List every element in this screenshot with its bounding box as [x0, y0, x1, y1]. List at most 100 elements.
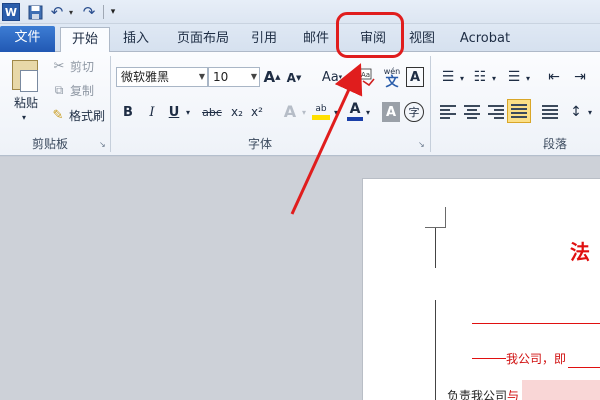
- group-divider: [110, 56, 111, 152]
- ribbon-home: 粘贴 ▾ ✂ 剪切 ⧉ 复制 ✎ 格式刷 剪贴板 ↘ 微软雅黑 ▼ 10 ▼ A…: [0, 52, 600, 156]
- paste-sheet-icon: [20, 70, 38, 92]
- clear-formatting-button[interactable]: Aa: [356, 66, 378, 88]
- numbering-button[interactable]: ☷: [470, 68, 490, 86]
- multilevel-list-button[interactable]: ☰: [504, 68, 524, 86]
- font-name-combo[interactable]: 微软雅黑 ▼: [116, 67, 208, 87]
- justify-icon: [511, 104, 527, 118]
- tab-mailings[interactable]: 邮件: [296, 27, 336, 52]
- align-left-icon: [440, 105, 456, 119]
- highlight-glyph: ab: [315, 103, 327, 114]
- phonetic-guide-button[interactable]: wén 文: [380, 66, 404, 90]
- tab-page-layout[interactable]: 页面布局: [168, 27, 238, 52]
- cut-icon: ✂: [53, 58, 65, 74]
- shrink-font-icon: A: [286, 71, 296, 85]
- enclose-characters-button[interactable]: 字: [404, 102, 424, 122]
- tab-file[interactable]: 文件: [0, 26, 55, 52]
- paragraph-group-label: 段落: [542, 137, 567, 151]
- text-highlight-button[interactable]: ab: [310, 99, 332, 123]
- change-case-button[interactable]: Aa ▾: [318, 68, 346, 86]
- chevron-down-icon[interactable]: ▼: [251, 68, 257, 86]
- bold-button[interactable]: B: [120, 102, 136, 122]
- character-shading-button[interactable]: A: [382, 102, 400, 122]
- qat-divider: [103, 5, 104, 19]
- document-title-text: 法: [570, 240, 590, 264]
- font-color-swatch: [347, 116, 363, 121]
- undo-dropdown-icon[interactable]: ▾: [67, 3, 75, 21]
- increase-indent-button[interactable]: ⇥: [570, 68, 590, 86]
- font-group-label: 字体: [247, 137, 272, 151]
- grow-font-button[interactable]: A ▲: [263, 67, 281, 87]
- align-center-button[interactable]: [462, 101, 482, 123]
- shrink-font-button[interactable]: A ▼: [286, 69, 302, 87]
- underline-button[interactable]: U: [166, 102, 182, 122]
- text-effects-dropdown-icon[interactable]: ▾: [300, 104, 308, 120]
- redo-icon[interactable]: ↷: [82, 3, 96, 21]
- subscript-button[interactable]: x₂: [228, 102, 246, 122]
- align-left-button[interactable]: [438, 101, 458, 123]
- line-spacing-dropdown-icon[interactable]: ▾: [586, 105, 594, 119]
- clipboard-launcher-icon[interactable]: ↘: [99, 140, 106, 149]
- italic-button[interactable]: I: [144, 102, 160, 122]
- paste-label: 粘贴: [13, 95, 38, 110]
- customize-qat-icon[interactable]: ▾: [108, 3, 118, 21]
- font-launcher-icon[interactable]: ↘: [418, 140, 425, 149]
- save-icon[interactable]: [28, 3, 43, 21]
- revision-line: [472, 358, 506, 359]
- grow-font-icon: A: [263, 68, 276, 86]
- character-border-button[interactable]: A: [406, 67, 424, 87]
- tab-references[interactable]: 引用: [246, 27, 282, 52]
- bullets-button[interactable]: ☰: [438, 68, 458, 86]
- format-painter-button[interactable]: 格式刷: [68, 107, 106, 123]
- multilevel-dropdown-icon[interactable]: ▾: [524, 72, 532, 84]
- inserted-text: 与: [507, 389, 520, 400]
- ribbon-tabs: 文件 开始 插入 页面布局 引用 邮件 审阅 视图 Acrobat: [0, 24, 600, 52]
- enclose-characters-icon: 字: [408, 106, 420, 119]
- undo-icon[interactable]: ↶: [50, 3, 64, 21]
- revision-line: [472, 323, 600, 324]
- superscript-button[interactable]: x²: [248, 102, 266, 122]
- phonetic-char: 文: [385, 74, 399, 90]
- font-size-combo[interactable]: 10 ▼: [208, 67, 260, 87]
- document-body-text: 负责我公司与: [447, 387, 519, 400]
- corner-mark: [425, 207, 446, 228]
- paste-dropdown-icon[interactable]: ▾: [18, 112, 30, 122]
- character-shading-icon: A: [385, 104, 397, 120]
- bullets-dropdown-icon[interactable]: ▾: [458, 72, 466, 84]
- tab-view[interactable]: 视图: [402, 27, 442, 52]
- tab-home[interactable]: 开始: [60, 27, 110, 52]
- align-right-button[interactable]: [486, 101, 506, 123]
- svg-text:Aa: Aa: [361, 71, 370, 79]
- tab-acrobat[interactable]: Acrobat: [452, 27, 518, 52]
- justify-button[interactable]: [507, 99, 531, 123]
- numbering-dropdown-icon[interactable]: ▾: [490, 72, 498, 84]
- format-painter-icon: ✎: [52, 107, 64, 123]
- distributed-icon: [542, 105, 558, 119]
- revision-line: [568, 367, 600, 368]
- highlight-dropdown-icon[interactable]: ▾: [332, 104, 340, 120]
- clipboard-group-label: 剪贴板: [31, 137, 68, 151]
- decrease-indent-button[interactable]: ⇤: [544, 68, 564, 86]
- font-size-value: 10: [213, 70, 229, 84]
- revision-text: 我公司，即: [506, 352, 567, 366]
- word-window: W ↶ ▾ ↷ ▾ 文件 开始 插入 页面布局 引用 邮件 审阅 视图 Acro…: [0, 0, 600, 400]
- line-spacing-button[interactable]: ↕: [566, 101, 586, 123]
- font-name-value: 微软雅黑: [121, 70, 170, 84]
- body-prefix: 负责我公司: [447, 389, 508, 400]
- copy-button[interactable]: 复制: [68, 82, 96, 98]
- distributed-button[interactable]: [540, 101, 560, 123]
- highlight-color-swatch: [312, 114, 330, 120]
- cut-button[interactable]: 剪切: [68, 58, 96, 74]
- font-color-dropdown-icon[interactable]: ▾: [364, 104, 372, 120]
- margin-line: [435, 300, 436, 400]
- align-right-icon: [488, 105, 504, 119]
- group-divider: [430, 56, 431, 152]
- align-center-icon: [464, 105, 480, 119]
- underline-dropdown-icon[interactable]: ▾: [183, 104, 193, 120]
- quick-access-toolbar: W ↶ ▾ ↷ ▾: [0, 0, 600, 24]
- text-effects-button[interactable]: A: [280, 100, 300, 122]
- tab-insert[interactable]: 插入: [114, 27, 158, 52]
- word-logo-icon: W: [2, 3, 20, 21]
- font-color-button[interactable]: A: [346, 99, 364, 123]
- chevron-down-icon[interactable]: ▼: [199, 68, 205, 86]
- strikethrough-button[interactable]: abc: [200, 102, 224, 122]
